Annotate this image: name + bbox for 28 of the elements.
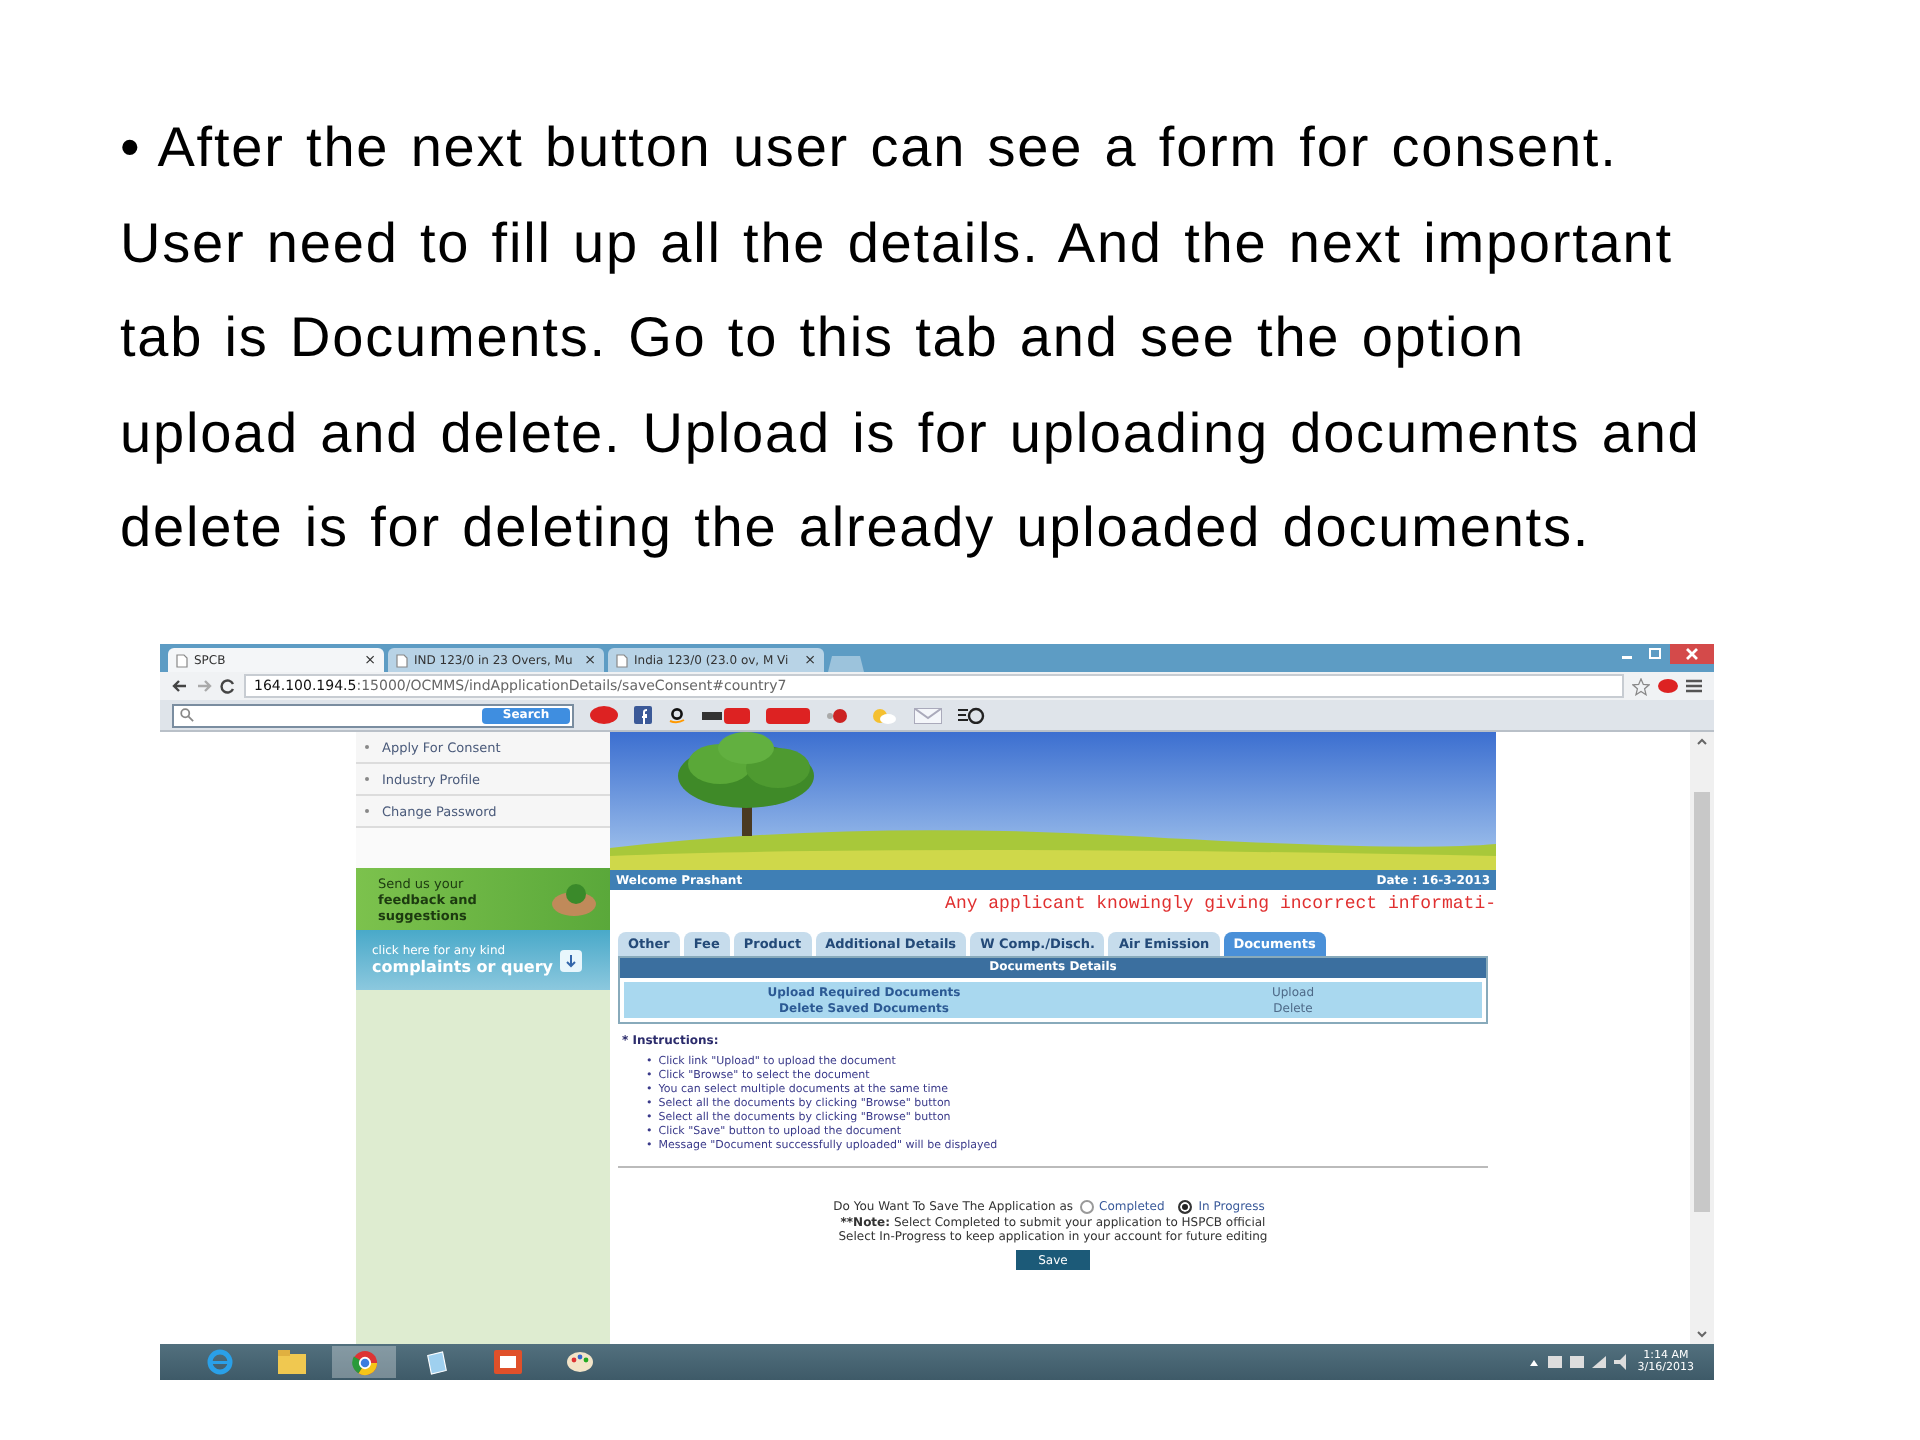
star-icon[interactable]	[1632, 677, 1650, 695]
speed-logo-icon[interactable]	[958, 706, 986, 724]
warning-text: Any applicant knowingly giving incorrect informati-	[943, 892, 1496, 918]
page-icon	[176, 653, 188, 667]
palette-icon	[566, 1350, 594, 1374]
browser-e-icon	[206, 1348, 234, 1376]
presentation-icon	[494, 1350, 522, 1374]
taskbar-app[interactable]	[332, 1346, 396, 1378]
bullet-icon	[364, 744, 370, 750]
tray-icons[interactable]	[1529, 1354, 1630, 1370]
back-icon[interactable]	[172, 678, 188, 694]
circle-logo-icon	[351, 1349, 377, 1375]
page-icon	[616, 653, 628, 667]
down-arrow-icon	[560, 949, 583, 971]
reload-icon[interactable]	[220, 678, 236, 694]
bullet-icon	[364, 776, 370, 782]
page-icon	[396, 653, 408, 667]
menu-icon[interactable]	[1686, 678, 1702, 694]
notepad-icon	[423, 1349, 449, 1375]
close-icon[interactable]	[1670, 644, 1714, 664]
search-icon	[180, 708, 194, 722]
folder-icon	[278, 1350, 306, 1374]
radio-button[interactable]	[1178, 1200, 1193, 1214]
radio-button[interactable]	[1079, 1200, 1094, 1214]
facebook-icon[interactable]	[634, 706, 652, 724]
scrollbar[interactable]	[1690, 732, 1714, 1344]
bullet-icon	[364, 808, 370, 814]
slide-paragraph: • After the next button user can see a form for consent. User need to fill up all the details. And the next important tab is Documents. Go to this tab and see the option upload and delete. Upload is for uploading documents and delete is for deleting the already uploaded documents.	[120, 114, 1703, 562]
